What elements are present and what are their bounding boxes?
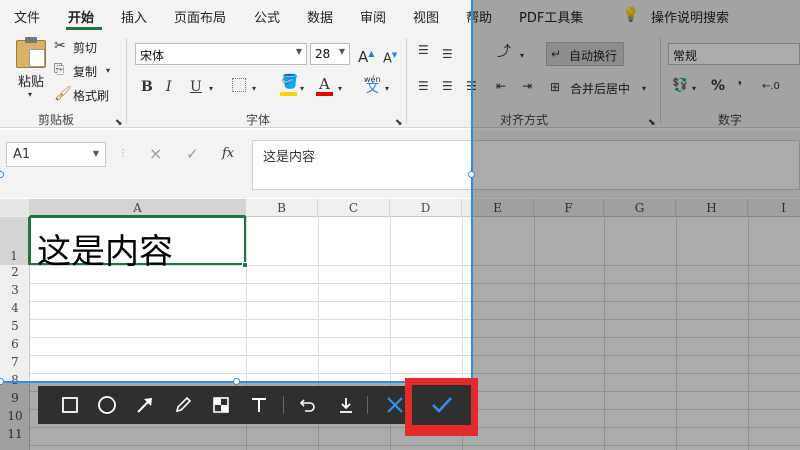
resize-handle[interactable] (468, 171, 475, 178)
download-icon[interactable] (329, 386, 363, 424)
resize-handle[interactable] (233, 378, 240, 385)
arrow-icon[interactable] (128, 386, 162, 424)
ellipse-icon[interactable] (90, 386, 124, 424)
toolbar-separator (367, 396, 368, 414)
confirm-button[interactable] (412, 385, 471, 425)
toolbar-separator (283, 396, 284, 414)
pen-icon[interactable] (166, 386, 200, 424)
rectangle-icon[interactable] (53, 386, 87, 424)
confirm-icon (431, 397, 452, 413)
text-icon[interactable] (242, 386, 276, 424)
screenshot-selection-box[interactable] (0, 0, 473, 383)
undo-icon[interactable] (291, 386, 325, 424)
screenshot-dim-overlay (472, 0, 800, 450)
screenshot-toolbar (38, 386, 408, 424)
mosaic-icon[interactable] (204, 386, 238, 424)
